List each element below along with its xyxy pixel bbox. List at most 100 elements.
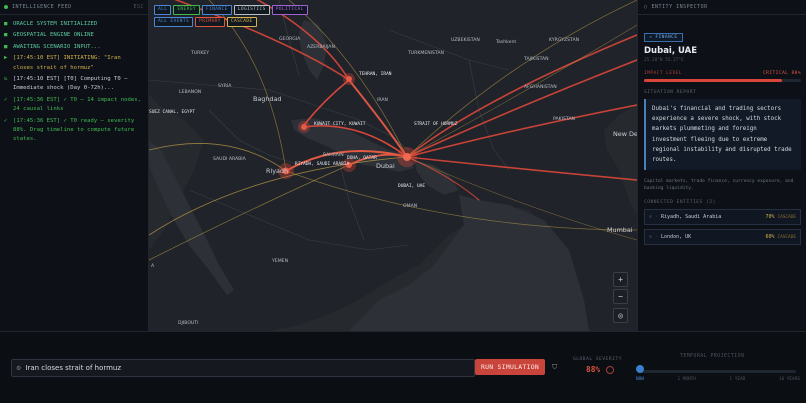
feed-entry: ✓ [17:45:36 EST] ✓ T0 ready — severity 88… (4, 117, 144, 145)
inspector-title: ENTITY INSPECTOR (651, 4, 708, 10)
filter-chip-all-events[interactable]: ALL EVENTS (154, 17, 194, 27)
entity-name: Dubai, UAE (644, 46, 698, 56)
severity-value: 88% (586, 365, 601, 374)
feed-entry-text: AWAITING SCENARIO INPUT... (13, 43, 101, 50)
connected-entity[interactable]: ⊙ · Riyadh, Saudi Arabia 70% CASCADE (644, 209, 801, 226)
feed-entry-marker: ↻ (4, 76, 8, 83)
connected-entity-name: Riyadh, Saudi Arabia (661, 214, 722, 221)
connected-title: CONNECTED ENTITIES (2) (644, 200, 716, 206)
impact-row: IMPACT LEVEL CRITICAL 88% (644, 71, 801, 76)
map-label-edge-a: A (151, 264, 155, 269)
map-label-tehran: TEHRAN, IRAN (359, 72, 392, 77)
connected-entity-percent: 70% (765, 214, 775, 221)
map-label-azerbaijan: AZERBAIJAN (307, 45, 335, 50)
timeline-handle[interactable] (636, 365, 644, 373)
connected-entity-name: London, UK (661, 234, 692, 241)
impact-value: CRITICAL 88% (763, 71, 801, 76)
filter-chip-finance[interactable]: FINANCE (201, 5, 232, 15)
feed-entry-text: [17:45:36 EST] ✓ T0 — 14 impact nodes, 2… (13, 96, 141, 113)
run-simulation-button[interactable]: RUN SIMULATION (475, 359, 545, 375)
impact-bar (644, 79, 801, 82)
impact-label: IMPACT LEVEL (644, 71, 682, 76)
map-label-uzbekistan: UZBEKISTAN (451, 38, 480, 43)
filter-chip-primary[interactable]: PRIMARY (195, 17, 225, 27)
feed-entry-marker: ▶ (4, 55, 8, 62)
feed-title: INTELLIGENCE FEED (12, 4, 72, 10)
globe-icon[interactable]: ◎ (613, 308, 628, 323)
connected-entity-class: CASCADE (777, 214, 796, 220)
filter-chip-all[interactable]: ALL (154, 5, 172, 15)
map-label-oman: OMAN (403, 204, 418, 209)
feed-entry: ■ AWAITING SCENARIO INPUT... (4, 43, 144, 52)
zoom-out-button[interactable]: − (613, 289, 628, 304)
feed-entry: ✓ [17:45:36 EST] ✓ T0 — 14 impact nodes, … (4, 96, 144, 115)
feed-log: ■ ORACLE SYSTEM INITIALIZED ■ GEOSPATIAL EN… (0, 15, 148, 145)
scenario-icon: ⚙ (16, 364, 22, 372)
feed-entry-text: [17:45:10 EST] INITIATING: "Iran closes … (13, 55, 121, 71)
map-label-dubai-tag: DUBAI, UAE (398, 184, 426, 189)
map-label-yemen: YEMEN (272, 259, 289, 264)
map-label-afghanistan: AFGHANISTAN (524, 85, 557, 90)
map-label-kyrgyzstan: KYRGYZSTAN (549, 38, 580, 43)
feed-entry-marker: ■ (4, 43, 8, 50)
connected-entity-percent: 60% (765, 234, 775, 241)
timeline-tick[interactable]: 1 MONTH (677, 377, 696, 382)
filter-chip-cascade[interactable]: CASCADE (226, 17, 257, 27)
entity-inspector-panel: ◯ ENTITY INSPECTOR ↗ FINANCE Dubai, UAE … (637, 0, 806, 331)
timeline-track[interactable] (640, 370, 796, 373)
map-label-turkmenistan: TURKMENISTAN (408, 51, 444, 56)
feed-entry-marker: ✓ (4, 117, 8, 124)
scenario-input[interactable]: ⚙ Iran closes strait of hormuz (11, 359, 475, 377)
link-icon: ⊙ · (649, 214, 659, 221)
severity-indicator-icon (606, 366, 614, 374)
map-label-baghdad: Baghdad (253, 95, 282, 103)
bottom-bar: ⚙ Iran closes strait of hormuz RUN SIMUL… (0, 331, 806, 403)
map-label-kuwait: KUWAIT CITY, KUWAIT (314, 122, 366, 127)
map-label-new-delhi: New De (613, 130, 637, 138)
timeline-ticks: NOW 1 MONTH 1 YEAR 10 YEARS (636, 377, 800, 382)
connected-entity-class: CASCADE (777, 234, 796, 240)
feed-entry-marker: ■ (4, 21, 8, 27)
report-title: SITUATION REPORT (644, 90, 697, 95)
map-label-bahrain: BAHRAIN (323, 153, 344, 158)
connected-entity[interactable]: ⊙ · London, UK 60% CASCADE (644, 229, 801, 246)
category-badge: ↗ FINANCE (644, 33, 683, 42)
timeline-label: TEMPORAL PROJECTION (680, 354, 745, 359)
scenario-input-value[interactable]: Iran closes strait of hormuz (25, 364, 121, 372)
feed-entry: ▶ [17:45:10 EST] INITIATING: "Iran closes… (4, 54, 144, 73)
connected-entities: ⊙ · Riyadh, Saudi Arabia 70% CASCADE ⊙ · Lond… (644, 209, 801, 246)
timeline-tick[interactable]: 1 YEAR (729, 377, 745, 382)
map-view[interactable]: ALL ENERGY FINANCE LOGISTICS POLITICAL ALL EV… (149, 0, 637, 331)
timeline-tick[interactable]: NOW (636, 377, 644, 382)
impact-note: Capital markets, trade finance, currency… (644, 179, 794, 192)
map-label-riyadh: Riyadh (266, 167, 289, 175)
situation-report: Dubai's financial and trading sectors ex… (644, 99, 801, 171)
esc-button[interactable]: ESC (133, 4, 144, 10)
shield-icon[interactable]: ⛉ (552, 363, 557, 372)
filter-chip-logistics[interactable]: LOGISTICS (233, 5, 270, 15)
status-dot (4, 5, 8, 9)
timeline-tick[interactable]: 10 YEARS (779, 377, 800, 382)
inspector-header: ◯ ENTITY INSPECTOR (638, 0, 806, 15)
feed-entry-text: [17:45:10 EST] [T0] Computing T0 — Immed… (13, 76, 128, 92)
map-label-tashkent: Tashkent (496, 40, 517, 45)
map-label-riyadh-tag: RIYADH, SAUDI ARABIA (295, 162, 350, 167)
feed-entry-marker: ✓ (4, 96, 8, 103)
map-label-lebanon: LEBANON (179, 90, 202, 95)
link-icon: ⊙ · (649, 234, 659, 241)
map-label-mumbai: Mumbai (607, 226, 633, 234)
map-label-tajikistan: TAJIKISTAN (524, 57, 549, 62)
map-label-djibouti: DJIBOUTI (178, 321, 199, 326)
filter-chip-political[interactable]: POLITICAL (271, 5, 308, 15)
filter-chip-energy[interactable]: ENERGY (173, 5, 200, 15)
map-label-georgia: GEORGIA (279, 37, 301, 42)
filter-chips: ALL ENERGY FINANCE LOGISTICS POLITICAL ALL EV… (154, 5, 339, 27)
feed-entry-text: [17:45:36 EST] ✓ T0 ready — severity 88%… (13, 117, 135, 143)
impact-bar-fill (644, 79, 783, 82)
map-label-doha: DOHA, QATAR (347, 156, 377, 161)
zoom-in-button[interactable]: + (613, 272, 628, 287)
severity-label: GLOBAL SEVERITY (573, 357, 622, 362)
intelligence-feed-panel: INTELLIGENCE FEED ESC ■ ORACLE SYSTEM INI… (0, 0, 149, 331)
map-label-dubai: Dubai (376, 162, 395, 170)
map-label-saudi: SAUDI ARABIA (213, 157, 246, 162)
